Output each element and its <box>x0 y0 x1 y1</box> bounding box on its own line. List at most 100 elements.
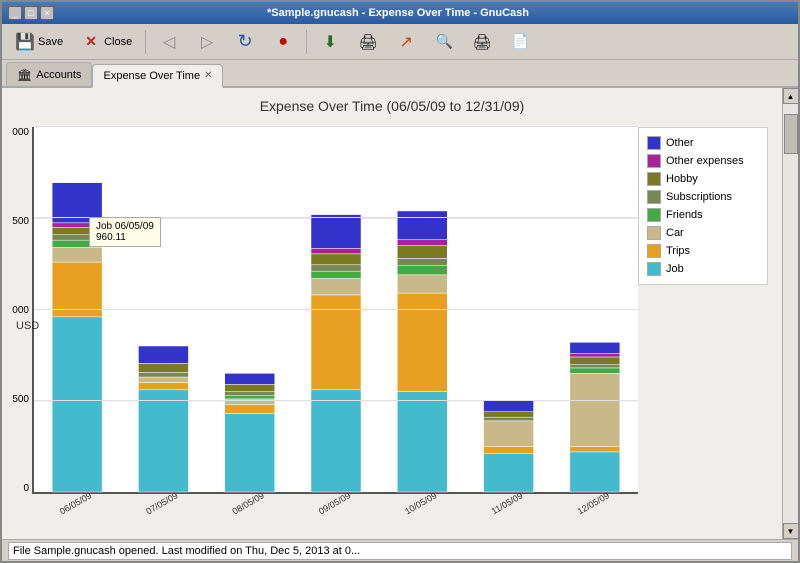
legend-label-other-expenses: Other expenses <box>666 155 744 167</box>
legend-item-friends: Friends <box>647 208 759 222</box>
y-tick-2000: 2000 <box>12 127 32 138</box>
legend-item-other: Other <box>647 136 759 150</box>
legend-label-hobby: Hobby <box>666 173 698 185</box>
accounts-tab-icon: 🏛 <box>17 68 32 82</box>
legend-label-job: Job <box>666 263 684 275</box>
legend-label-car: Car <box>666 227 684 239</box>
tab-expense-over-time[interactable]: Expense Over Time ✕ <box>92 64 223 88</box>
window-maximize-btn[interactable]: □ <box>24 6 38 20</box>
y-tick-1500: 1500 <box>12 216 32 227</box>
accounts-tab-label: Accounts <box>36 69 81 81</box>
window-controls[interactable]: _ □ × <box>8 6 54 20</box>
separator-1 <box>145 30 146 54</box>
legend-color-trips <box>647 244 661 258</box>
print-icon: 🖨 <box>358 32 378 52</box>
gridline-2000 <box>34 126 638 127</box>
tooltip-line2: 960.11 <box>96 232 154 243</box>
separator-2 <box>306 30 307 54</box>
zoom-button[interactable]: 🔍 <box>427 28 461 56</box>
download-icon: ⬇ <box>320 32 340 52</box>
legend-color-other-expenses <box>647 154 661 168</box>
chart-svg: 06/05/0907/05/0908/05/0909/05/0910/05/09… <box>34 127 638 492</box>
svg-text:08/05/09: 08/05/09 <box>231 490 266 516</box>
pdf-button[interactable]: 📄 <box>503 28 537 56</box>
legend-color-subscriptions <box>647 190 661 204</box>
zoom-icon: 🔍 <box>434 32 454 52</box>
svg-text:12/05/09: 12/05/09 <box>576 490 611 516</box>
svg-text:10/05/09: 10/05/09 <box>403 490 438 516</box>
legend-item-job: Job <box>647 262 759 276</box>
window-close-btn[interactable]: × <box>40 6 54 20</box>
save-button[interactable]: 💾 Save <box>8 28 70 56</box>
y-tick-500: 500 <box>12 394 32 405</box>
close-label: Close <box>104 36 132 48</box>
chart-plot: Job 06/05/09 960.11 06/05/0907/05/0908/0… <box>32 127 638 494</box>
legend-label-trips: Trips <box>666 245 690 257</box>
forward-button[interactable]: ▷ <box>190 28 224 56</box>
main-window: _ □ × *Sample.gnucash - Expense Over Tim… <box>0 0 800 563</box>
legend-label-other: Other <box>666 137 694 149</box>
tooltip-line1: Job 06/05/09 <box>96 221 154 232</box>
chart-area: Expense Over Time (06/05/09 to 12/31/09)… <box>2 88 782 539</box>
svg-text:07/05/09: 07/05/09 <box>144 490 179 516</box>
scrollbar-down-arrow[interactable]: ▼ <box>783 523 799 539</box>
status-bar: File Sample.gnucash opened. Last modifie… <box>2 539 798 561</box>
svg-text:11/05/09: 11/05/09 <box>490 490 525 516</box>
legend-color-car <box>647 226 661 240</box>
back-icon: ◁ <box>159 32 179 52</box>
save-icon: 💾 <box>15 32 35 52</box>
close-button[interactable]: ✕ Close <box>74 28 139 56</box>
legend-item-car: Car <box>647 226 759 240</box>
y-axis-label: USD <box>16 320 39 332</box>
legend-item-other-expenses: Other expenses <box>647 154 759 168</box>
svg-text:09/05/09: 09/05/09 <box>317 490 352 516</box>
record-button[interactable]: ● <box>266 28 300 56</box>
toolbar: 💾 Save ✕ Close ◁ ▷ ↻ ● ⬇ 🖨 ↗ 🔍 <box>2 24 798 60</box>
export-icon: ↗ <box>396 32 416 52</box>
scrollbar-up-arrow[interactable]: ▲ <box>783 88 799 104</box>
chart-legend: Other Other expenses Hobby Subscriptions <box>638 127 768 285</box>
back-button[interactable]: ◁ <box>152 28 186 56</box>
print-button[interactable]: 🖨 <box>351 28 385 56</box>
legend-color-friends <box>647 208 661 222</box>
status-text: File Sample.gnucash opened. Last modifie… <box>8 542 792 560</box>
legend-label-friends: Friends <box>666 209 703 221</box>
pdf-icon: 📄 <box>510 32 530 52</box>
record-icon: ● <box>273 32 293 52</box>
y-tick-0: 0 <box>12 483 32 494</box>
legend-color-other <box>647 136 661 150</box>
chart-title: Expense Over Time (06/05/09 to 12/31/09) <box>260 98 525 114</box>
legend-color-hobby <box>647 172 661 186</box>
y-tick-1000: 1000 <box>12 305 32 316</box>
save-label: Save <box>38 36 63 48</box>
legend-item-trips: Trips <box>647 244 759 258</box>
y-axis-ticks: 2000 1500 1000 500 0 <box>12 127 32 494</box>
legend-item-hobby: Hobby <box>647 172 759 186</box>
export-button[interactable]: ↗ <box>389 28 423 56</box>
chart-tooltip: Job 06/05/09 960.11 <box>89 217 161 247</box>
tabs-bar: 🏛 Accounts Expense Over Time ✕ <box>2 60 798 88</box>
scrollbar-thumb[interactable] <box>784 114 798 154</box>
title-bar: _ □ × *Sample.gnucash - Expense Over Tim… <box>2 2 798 24</box>
print2-button[interactable]: 🖨 <box>465 28 499 56</box>
gridline-500 <box>34 400 638 401</box>
vertical-scrollbar[interactable]: ▲ ▼ <box>782 88 798 539</box>
window-title: *Sample.gnucash - Expense Over Time - Gn… <box>267 7 529 19</box>
legend-color-job <box>647 262 661 276</box>
legend-item-subscriptions: Subscriptions <box>647 190 759 204</box>
scrollbar-track[interactable] <box>783 104 798 523</box>
expense-tab-close[interactable]: ✕ <box>204 70 212 81</box>
window-minimize-btn[interactable]: _ <box>8 6 22 20</box>
expense-tab-label: Expense Over Time <box>103 70 200 82</box>
close-icon: ✕ <box>81 32 101 52</box>
gridline-1000 <box>34 309 638 310</box>
status-message: File Sample.gnucash opened. Last modifie… <box>13 545 360 557</box>
refresh-button[interactable]: ↻ <box>228 28 262 56</box>
legend-label-subscriptions: Subscriptions <box>666 191 732 203</box>
tab-accounts[interactable]: 🏛 Accounts <box>6 62 92 86</box>
forward-icon: ▷ <box>197 32 217 52</box>
svg-text:06/05/09: 06/05/09 <box>58 490 93 516</box>
print2-icon: 🖨 <box>472 32 492 52</box>
download-button[interactable]: ⬇ <box>313 28 347 56</box>
main-content: Expense Over Time (06/05/09 to 12/31/09)… <box>2 88 798 539</box>
